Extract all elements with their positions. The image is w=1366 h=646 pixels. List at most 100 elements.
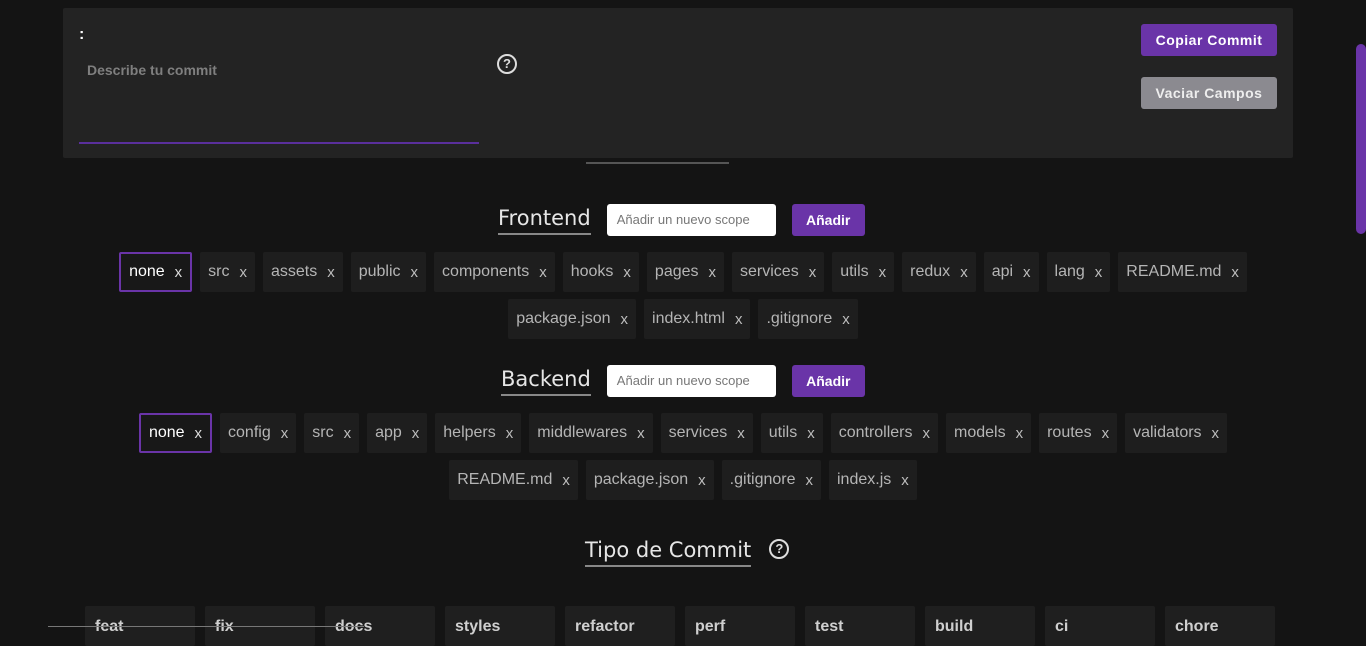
remove-scope-icon[interactable]: x — [1102, 425, 1110, 442]
divider — [48, 626, 364, 627]
remove-scope-icon[interactable]: x — [506, 425, 514, 442]
frontend-scope-chip[interactable]: components x — [434, 252, 555, 292]
backend-scope-chip[interactable]: src x — [304, 413, 360, 453]
backend-scope-chip[interactable]: none x — [138, 413, 213, 453]
frontend-scope-chip[interactable]: utils x — [832, 252, 895, 292]
frontend-scope-chip[interactable]: assets x — [262, 252, 343, 292]
frontend-scope-chip[interactable]: .gitignore x — [758, 299, 858, 339]
remove-scope-icon[interactable]: x — [735, 311, 743, 328]
commit-type-chore[interactable]: chore — [1165, 606, 1275, 646]
remove-scope-icon[interactable]: x — [842, 311, 850, 328]
commit-type-refactor[interactable]: refactor — [565, 606, 675, 646]
scope-label: none — [148, 424, 185, 441]
backend-scope-chip[interactable]: validators x — [1125, 413, 1228, 453]
backend-header: Backend Añadir un nuevo scope Añadir — [501, 365, 865, 397]
backend-title: Backend — [501, 367, 591, 396]
remove-scope-icon[interactable]: x — [637, 425, 645, 442]
backend-scope-chip[interactable]: routes x — [1039, 413, 1118, 453]
help-icon[interactable]: ? — [497, 54, 517, 74]
scope-label: lang — [1054, 263, 1085, 280]
backend-scope-chip[interactable]: .gitignore x — [721, 460, 821, 500]
remove-scope-icon[interactable]: x — [807, 425, 815, 442]
copy-commit-button[interactable]: Copiar Commit — [1141, 24, 1277, 56]
remove-scope-icon[interactable]: x — [239, 264, 247, 281]
frontend-scope-chip[interactable]: services x — [732, 252, 825, 292]
backend-add-button[interactable]: Añadir — [791, 365, 865, 397]
remove-scope-icon[interactable]: x — [737, 425, 745, 442]
scope-label: services — [668, 424, 728, 441]
remove-scope-icon[interactable]: x — [1212, 425, 1220, 442]
remove-scope-icon[interactable]: x — [901, 472, 909, 489]
remove-scope-icon[interactable]: x — [344, 425, 352, 442]
remove-scope-icon[interactable]: x — [281, 425, 289, 442]
backend-scope-chip[interactable]: utils x — [760, 413, 823, 453]
help-icon[interactable]: ? — [769, 538, 790, 559]
commit-type-styles[interactable]: styles — [445, 606, 555, 646]
remove-scope-icon[interactable]: x — [621, 311, 629, 328]
remove-scope-icon[interactable]: x — [327, 264, 335, 281]
frontend-scope-chip[interactable]: index.html x — [644, 299, 751, 339]
scope-label: index.js — [837, 471, 892, 488]
scope-label: controllers — [838, 424, 913, 441]
remove-scope-icon[interactable]: x — [412, 425, 420, 442]
backend-scope-chip[interactable]: README.md x — [449, 460, 578, 500]
scope-label: .gitignore — [766, 310, 833, 327]
frontend-scope-chip[interactable]: src x — [200, 252, 255, 292]
backend-scope-chip[interactable]: index.js x — [829, 460, 917, 500]
backend-scope-chip[interactable]: services x — [660, 413, 753, 453]
backend-scope-chip[interactable]: middlewares x — [529, 413, 653, 453]
remove-scope-icon[interactable]: x — [1231, 264, 1239, 281]
remove-scope-icon[interactable]: x — [923, 425, 931, 442]
remove-scope-icon[interactable]: x — [698, 472, 706, 489]
scope-label: utils — [768, 424, 798, 441]
scope-label: pages — [654, 263, 699, 280]
remove-scope-icon[interactable]: x — [175, 264, 183, 281]
scope-label: src — [208, 263, 230, 280]
frontend-scope-chip[interactable]: package.json x — [508, 299, 637, 339]
remove-scope-icon[interactable]: x — [960, 264, 968, 281]
remove-scope-icon[interactable]: x — [1023, 264, 1031, 281]
remove-scope-icon[interactable]: x — [1016, 425, 1024, 442]
scope-label: package.json — [516, 310, 611, 327]
frontend-scope-chip[interactable]: pages x — [646, 252, 725, 292]
frontend-scope-chip[interactable]: redux x — [902, 252, 976, 292]
commit-type-build[interactable]: build — [925, 606, 1035, 646]
commit-prefix: : — [79, 26, 85, 43]
backend-scope-chip[interactable]: config x — [220, 413, 297, 453]
backend-scope-chip[interactable]: models x — [946, 413, 1032, 453]
backend-scope-chip[interactable]: app x — [367, 413, 428, 453]
frontend-scope-chip[interactable]: lang x — [1046, 252, 1111, 292]
remove-scope-icon[interactable]: x — [623, 264, 631, 281]
backend-scope-chip[interactable]: controllers x — [830, 413, 939, 453]
frontend-scope-chip[interactable]: none x — [119, 252, 193, 292]
remove-scope-icon[interactable]: x — [709, 264, 717, 281]
commit-type-perf[interactable]: perf — [685, 606, 795, 646]
frontend-scope-chip[interactable]: public x — [350, 252, 427, 292]
remove-scope-icon[interactable]: x — [195, 425, 203, 442]
backend-scope-chip[interactable]: helpers x — [435, 413, 522, 453]
backend-scope-input[interactable]: Añadir un nuevo scope — [606, 365, 776, 397]
frontend-scope-input[interactable]: Añadir un nuevo scope — [606, 204, 776, 236]
commit-description-input[interactable]: Describe tu commit — [79, 52, 479, 144]
commit-type-test[interactable]: test — [805, 606, 915, 646]
backend-scope-chip[interactable]: package.json x — [585, 460, 714, 500]
remove-scope-icon[interactable]: x — [879, 264, 887, 281]
backend-scope-list-2: README.md x package.json x .gitignore x index.… — [0, 460, 1366, 500]
remove-scope-icon[interactable]: x — [411, 264, 419, 281]
scrollbar-thumb[interactable] — [1356, 44, 1366, 234]
frontend-scope-chip[interactable]: api x — [983, 252, 1039, 292]
frontend-add-button[interactable]: Añadir — [791, 204, 865, 236]
frontend-scope-chip[interactable]: README.md x — [1118, 252, 1247, 292]
clear-fields-button[interactable]: Vaciar Campos — [1141, 77, 1277, 109]
frontend-title: Frontend — [498, 206, 591, 235]
scope-label: utils — [840, 263, 869, 280]
remove-scope-icon[interactable]: x — [806, 472, 814, 489]
remove-scope-icon[interactable]: x — [539, 264, 547, 281]
frontend-header: Frontend Añadir un nuevo scope Añadir — [498, 204, 865, 236]
remove-scope-icon[interactable]: x — [562, 472, 570, 489]
remove-scope-icon[interactable]: x — [809, 264, 817, 281]
scope-label: README.md — [1126, 263, 1222, 280]
commit-type-ci[interactable]: ci — [1045, 606, 1155, 646]
remove-scope-icon[interactable]: x — [1095, 264, 1103, 281]
frontend-scope-chip[interactable]: hooks x — [562, 252, 639, 292]
